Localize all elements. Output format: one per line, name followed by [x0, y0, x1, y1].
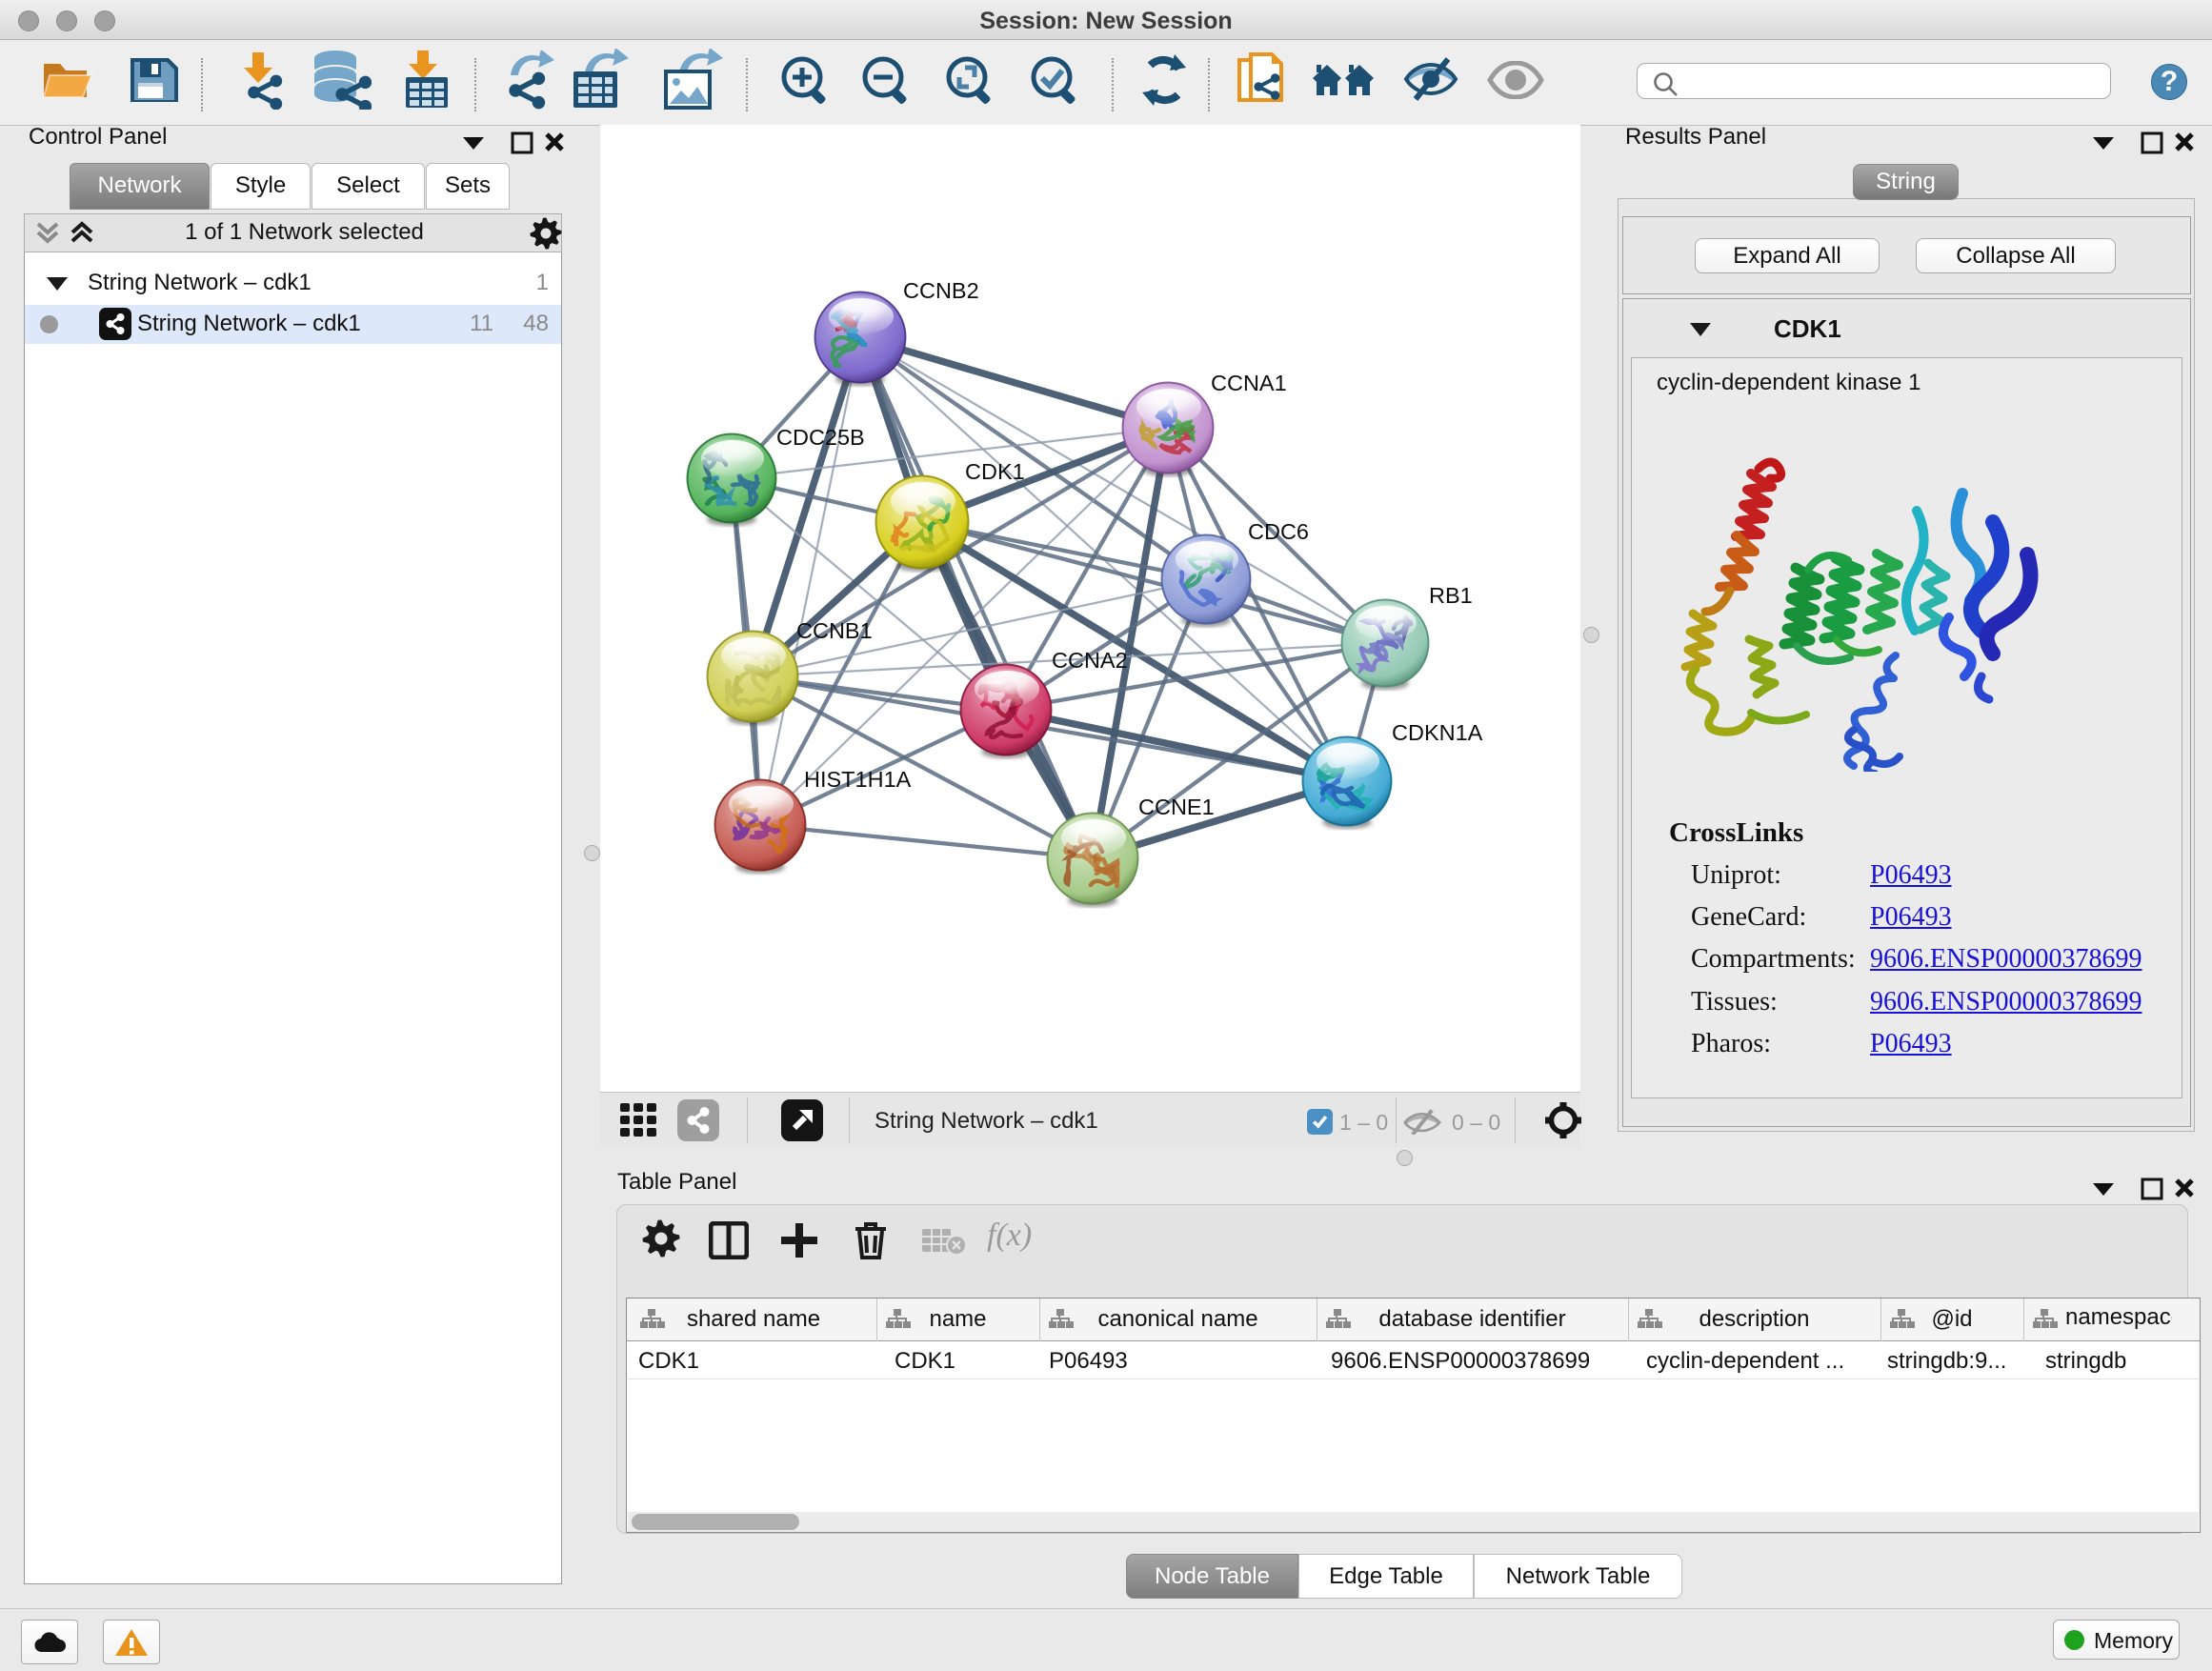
svg-text:RB1: RB1: [1429, 583, 1473, 608]
svg-text:CCNA1: CCNA1: [1211, 371, 1287, 395]
svg-text:HIST1H1A: HIST1H1A: [804, 767, 912, 792]
svg-text:CDKN1A: CDKN1A: [1392, 720, 1483, 745]
svg-text:CDC6: CDC6: [1248, 519, 1309, 544]
svg-text:CCNA2: CCNA2: [1052, 648, 1128, 673]
svg-text:CDC25B: CDC25B: [776, 425, 865, 450]
svg-text:CCNE1: CCNE1: [1138, 795, 1215, 819]
svg-text:CDK1: CDK1: [965, 459, 1025, 484]
svg-text:CCNB1: CCNB1: [796, 618, 873, 643]
svg-text:CCNB2: CCNB2: [903, 278, 979, 303]
